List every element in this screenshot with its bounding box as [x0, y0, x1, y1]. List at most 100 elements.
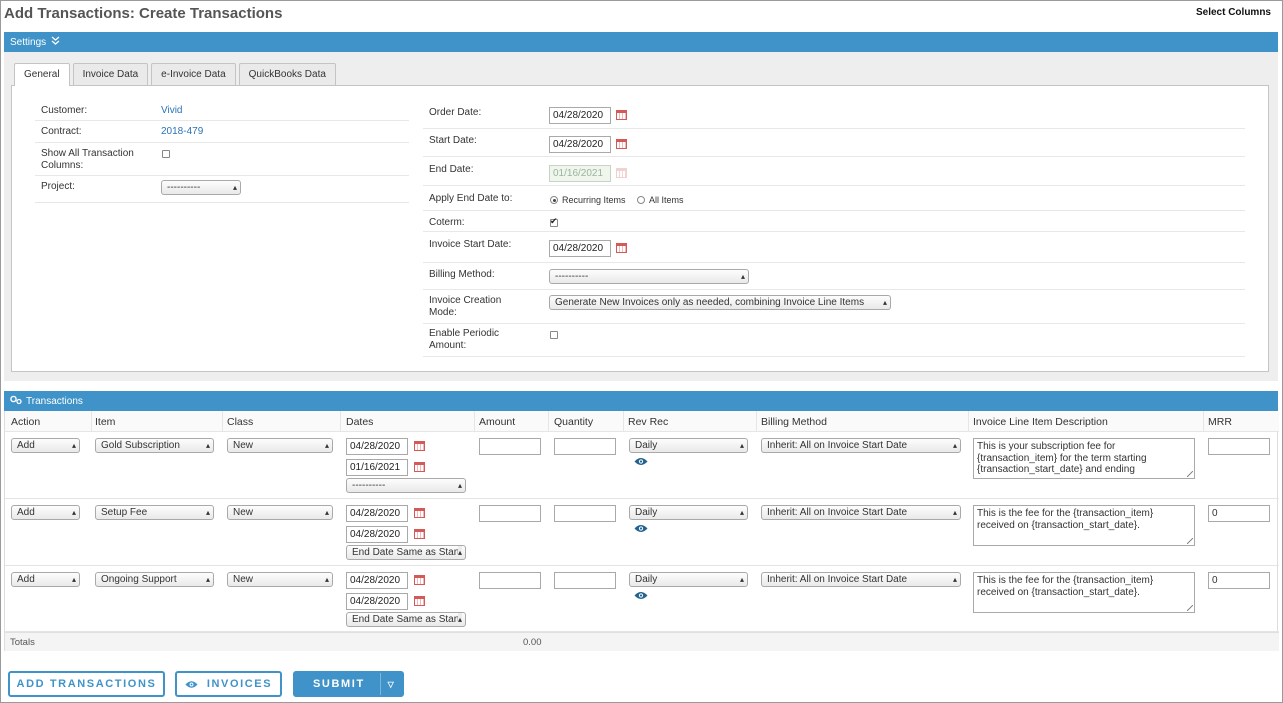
rev-rec-select-value: Daily	[635, 507, 658, 518]
end-date-input[interactable]: 04/28/2020	[346, 593, 408, 610]
action-select-value: Add	[17, 507, 35, 518]
quantity-input[interactable]	[554, 505, 616, 522]
billing-method-select-value: ----------	[555, 271, 589, 282]
amount-input[interactable]	[479, 572, 541, 589]
updown-arrow-icon: ▴	[205, 575, 210, 584]
coterm-checkbox[interactable]	[550, 216, 558, 227]
billing-select[interactable]: Inherit: All on Invoice Start Date ▴	[761, 438, 961, 453]
start-date-row: Start Date: 04/28/2020	[423, 129, 1245, 157]
date-option-select[interactable]: End Date Same as Start ▴	[346, 612, 466, 627]
amount-input[interactable]	[479, 438, 541, 455]
item-select[interactable]: Setup Fee ▴	[95, 505, 214, 520]
submit-button[interactable]: SUBMIT ▽	[293, 671, 404, 697]
settings-bar[interactable]: Settings	[4, 32, 1278, 52]
calendar-icon[interactable]	[414, 508, 425, 518]
col-mrr: MRR	[1208, 416, 1232, 428]
calendar-icon[interactable]	[616, 110, 627, 120]
show-all-label: Show All Transaction Columns:	[41, 148, 134, 171]
periodic-checkbox[interactable]	[550, 331, 558, 339]
customer-link[interactable]: Vivid	[161, 105, 183, 117]
updown-arrow-icon: ▴	[205, 508, 210, 517]
resize-grip-icon[interactable]	[1187, 605, 1193, 611]
action-select[interactable]: Add ▴	[11, 572, 80, 587]
start-date-input[interactable]: 04/28/2020	[549, 136, 611, 153]
resize-grip-icon[interactable]	[1187, 538, 1193, 544]
rev-rec-select[interactable]: Daily ▴	[629, 438, 748, 453]
date-option-select[interactable]: ---------- ▴	[346, 478, 466, 493]
updown-arrow-icon: ▴	[324, 441, 329, 450]
show-all-checkbox[interactable]	[162, 150, 170, 158]
description-textarea[interactable]: This is your subscription fee for {trans…	[973, 438, 1195, 479]
calendar-icon[interactable]	[414, 529, 425, 539]
calendar-icon[interactable]	[414, 441, 425, 451]
tab-e-invoice-data[interactable]: e-Invoice Data	[151, 63, 236, 85]
billing-method-select[interactable]: ---------- ▴	[549, 269, 749, 284]
contract-link[interactable]: 2018-479	[161, 126, 203, 138]
col-description: Invoice Line Item Description	[973, 416, 1108, 428]
eye-icon[interactable]	[634, 457, 648, 466]
double-chevron-down-icon	[51, 36, 60, 48]
end-date-input[interactable]: 04/28/2020	[346, 526, 408, 543]
col-quantity: Quantity	[554, 416, 594, 428]
start-date-input[interactable]: 04/28/2020	[346, 572, 408, 589]
amount-input[interactable]	[479, 505, 541, 522]
updown-arrow-icon: ▴	[952, 575, 957, 584]
date-option-select-value: ----------	[352, 480, 386, 491]
mrr-input[interactable]: 0	[1208, 505, 1270, 522]
recurring-items-label: Recurring Items	[562, 195, 626, 205]
date-option-select-value: End Date Same as Start	[352, 547, 460, 558]
start-date-input[interactable]: 04/28/2020	[346, 505, 408, 522]
add-transactions-button[interactable]: ADD TRANSACTIONS	[8, 671, 165, 697]
customer-row: Customer: Vivid	[35, 99, 409, 121]
tab-invoice-data[interactable]: Invoice Data	[72, 63, 149, 85]
rev-rec-select[interactable]: Daily ▴	[629, 572, 748, 587]
creation-mode-select[interactable]: Generate New Invoices only as needed, co…	[549, 295, 891, 310]
calendar-icon[interactable]	[414, 462, 425, 472]
customer-label: Customer:	[41, 105, 88, 116]
start-date-input[interactable]: 04/28/2020	[346, 438, 408, 455]
description-textarea[interactable]: This is the fee for the {transaction_ite…	[973, 572, 1195, 613]
project-select[interactable]: ---------- ▴	[161, 180, 241, 195]
recurring-items-radio[interactable]	[550, 196, 558, 204]
action-select[interactable]: Add ▴	[11, 438, 80, 453]
invoice-start-input[interactable]: 04/28/2020	[549, 240, 611, 257]
item-select[interactable]: Ongoing Support ▴	[95, 572, 214, 587]
all-items-radio[interactable]	[637, 196, 645, 204]
eye-icon[interactable]	[634, 591, 648, 600]
calendar-icon[interactable]	[414, 596, 425, 606]
billing-select[interactable]: Inherit: All on Invoice Start Date ▴	[761, 572, 961, 587]
item-select-value: Ongoing Support	[101, 574, 177, 585]
eye-icon[interactable]	[634, 524, 648, 533]
quantity-input[interactable]	[554, 572, 616, 589]
tab-general[interactable]: General	[14, 63, 70, 86]
general-tab-body: Customer: Vivid Contract: 2018-479 Show …	[11, 85, 1269, 372]
class-select[interactable]: New ▴	[227, 572, 333, 587]
updown-arrow-icon: ▴	[324, 508, 329, 517]
tab-quickbooks-data[interactable]: QuickBooks Data	[238, 63, 336, 85]
page-title: Add Transactions: Create Transactions	[4, 5, 283, 22]
contract-row: Contract: 2018-479	[35, 121, 409, 143]
action-select[interactable]: Add ▴	[11, 505, 80, 520]
mrr-input[interactable]: 0	[1208, 572, 1270, 589]
order-date-input[interactable]: 04/28/2020	[549, 107, 611, 124]
invoices-button[interactable]: INVOICES	[175, 671, 282, 697]
mrr-input[interactable]	[1208, 438, 1270, 455]
class-select[interactable]: New ▴	[227, 438, 333, 453]
billing-select[interactable]: Inherit: All on Invoice Start Date ▴	[761, 505, 961, 520]
rev-rec-select[interactable]: Daily ▴	[629, 505, 748, 520]
invoices-label: INVOICES	[206, 678, 273, 690]
invoice-start-row: Invoice Start Date: 04/28/2020	[423, 232, 1245, 263]
date-option-select[interactable]: End Date Same as Start ▴	[346, 545, 466, 560]
calendar-icon[interactable]	[414, 575, 425, 585]
description-textarea[interactable]: This is the fee for the {transaction_ite…	[973, 505, 1195, 546]
select-columns-link[interactable]: Select Columns	[1196, 7, 1271, 18]
item-select[interactable]: Gold Subscription ▴	[95, 438, 214, 453]
class-select[interactable]: New ▴	[227, 505, 333, 520]
quantity-input[interactable]	[554, 438, 616, 455]
calendar-icon[interactable]	[616, 243, 627, 253]
submit-options-toggle[interactable]: ▽	[380, 673, 402, 695]
end-date-input[interactable]: 01/16/2021	[346, 459, 408, 476]
description-text: This is your subscription fee for {trans…	[977, 441, 1150, 475]
calendar-icon[interactable]	[616, 139, 627, 149]
resize-grip-icon[interactable]	[1187, 471, 1193, 477]
